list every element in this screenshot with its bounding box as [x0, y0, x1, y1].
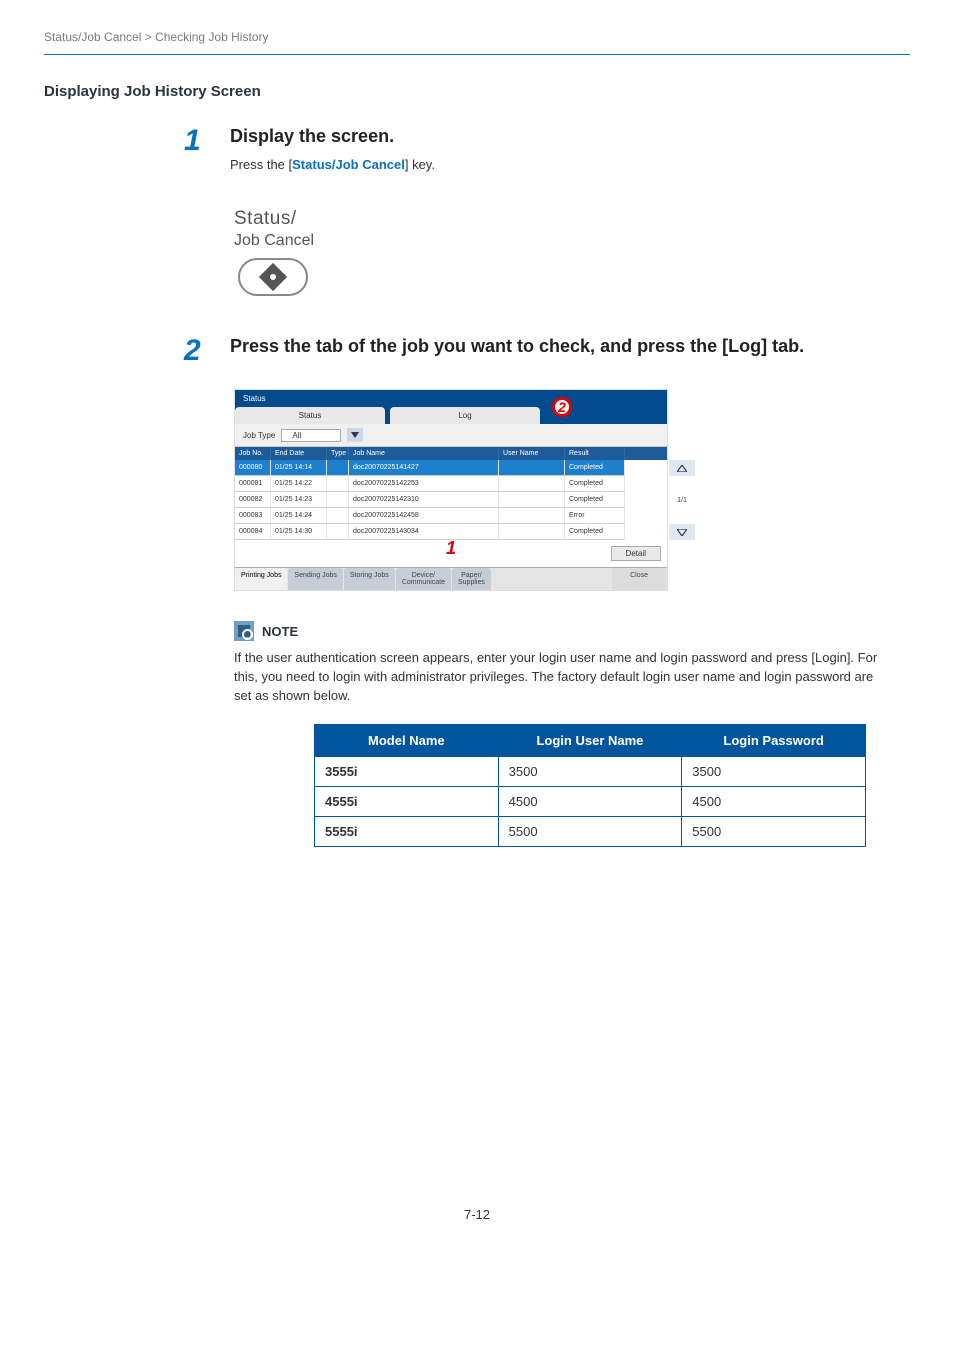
cell-jobname: doc20070225142253: [349, 476, 499, 492]
cell-jobno: 000080: [235, 460, 271, 476]
cell-username: [499, 476, 565, 492]
cell-jobno: 000083: [235, 508, 271, 524]
cell-jobname: doc20070225143034: [349, 524, 499, 540]
cell-user: 3500: [498, 756, 682, 786]
cell-enddate: 01/25 14:30: [271, 524, 327, 540]
col-model-name: Model Name: [315, 724, 499, 756]
page-indicator: 1/1: [669, 476, 695, 524]
device-titlebar: Status: [235, 390, 667, 407]
diamond-icon: [259, 263, 287, 291]
cell-result: Error: [565, 508, 625, 524]
chevron-down-icon[interactable]: [347, 428, 363, 442]
cell-enddate: 01/25 14:14: [271, 460, 327, 476]
tab-log[interactable]: Log 2: [390, 407, 540, 424]
step-number-1: 1: [184, 126, 212, 156]
step1-suffix: ] key.: [405, 157, 435, 172]
col-login-user: Login User Name: [498, 724, 682, 756]
tab-sending-jobs[interactable]: Sending Jobs: [288, 568, 342, 590]
cell-pass: 3500: [682, 756, 866, 786]
cell-pass: 4500: [682, 786, 866, 816]
section-title: Displaying Job History Screen: [44, 83, 910, 100]
tab-printing-jobs[interactable]: Printing Jobs: [235, 568, 287, 590]
cell-username: [499, 492, 565, 508]
col-login-pass: Login Password: [682, 724, 866, 756]
col-jobname[interactable]: Job Name: [349, 447, 499, 460]
cell-model: 3555i: [315, 756, 499, 786]
close-button[interactable]: Close: [612, 568, 666, 590]
table-row[interactable]: 000082 01/25 14:23 doc20070225142310 Com…: [235, 492, 667, 508]
detail-button[interactable]: Detail: [611, 546, 661, 561]
table-row[interactable]: 000081 01/25 14:22 doc20070225142253 Com…: [235, 476, 667, 492]
page-number: 7-12: [44, 1207, 910, 1222]
tab-log-label: Log: [458, 411, 471, 420]
cell-enddate: 01/25 14:24: [271, 508, 327, 524]
col-jobno[interactable]: Job No.: [235, 447, 271, 460]
step2-heading: Press the tab of the job you want to che…: [230, 336, 910, 357]
table-row: 4555i 4500 4500: [315, 786, 866, 816]
table-row: 5555i 5500 5500: [315, 816, 866, 846]
table-row[interactable]: 000084 01/25 14:30 doc20070225143034 Com…: [235, 524, 667, 540]
cell-username: [499, 508, 565, 524]
table-row[interactable]: 000080 01/25 14:14 doc20070225141427 Com…: [235, 460, 667, 476]
cell-type: [327, 492, 349, 508]
note-title: NOTE: [262, 624, 298, 639]
tab-device-communicate[interactable]: Device/ Communicate: [396, 568, 451, 590]
tab-paper-supplies[interactable]: Paper/ Supplies: [452, 568, 491, 590]
cell-user: 4500: [498, 786, 682, 816]
cell-enddate: 01/25 14:23: [271, 492, 327, 508]
cell-jobno: 000084: [235, 524, 271, 540]
cell-result: Completed: [565, 492, 625, 508]
log-table-header: Job No. End Date Type Job Name User Name…: [235, 447, 667, 460]
note-icon: [234, 621, 254, 641]
table-row: 3555i 3500 3500: [315, 756, 866, 786]
cell-model: 5555i: [315, 816, 499, 846]
jobtype-label: Job Type: [243, 431, 275, 440]
step-1: 1 Display the screen. Press the [Status/…: [184, 126, 910, 186]
cell-type: [327, 524, 349, 540]
table-row[interactable]: 000083 01/25 14:24 doc20070225142458 Err…: [235, 508, 667, 524]
device-screen: Status Status Log 2 Job Type All Job No.…: [234, 389, 668, 591]
cell-result: Completed: [565, 460, 625, 476]
cell-type: [327, 476, 349, 492]
tab-status[interactable]: Status: [235, 407, 385, 424]
cell-pass: 5500: [682, 816, 866, 846]
cell-type: [327, 460, 349, 476]
step1-prefix: Press the [: [230, 157, 292, 172]
cell-result: Completed: [565, 524, 625, 540]
cell-jobname: doc20070225142458: [349, 508, 499, 524]
cell-type: [327, 508, 349, 524]
step-number-2: 2: [184, 336, 212, 366]
credentials-table: Model Name Login User Name Login Passwor…: [314, 724, 866, 847]
cell-result: Completed: [565, 476, 625, 492]
status-job-cancel-key-name: Status/Job Cancel: [292, 157, 405, 172]
col-enddate[interactable]: End Date: [271, 447, 327, 460]
cell-username: [499, 460, 565, 476]
cell-username: [499, 524, 565, 540]
cell-enddate: 01/25 14:22: [271, 476, 327, 492]
note-text: If the user authentication screen appear…: [234, 649, 894, 706]
cell-jobname: doc20070225142310: [349, 492, 499, 508]
col-username[interactable]: User Name: [499, 447, 565, 460]
step-2: 2 Press the tab of the job you want to c…: [184, 336, 910, 367]
cell-model: 4555i: [315, 786, 499, 816]
cell-user: 5500: [498, 816, 682, 846]
tab-storing-jobs[interactable]: Storing Jobs: [344, 568, 395, 590]
jobtype-select[interactable]: All: [281, 429, 341, 442]
scroll-down-button[interactable]: [669, 524, 695, 540]
step1-text: Press the [Status/Job Cancel] key.: [230, 157, 910, 172]
cell-jobno: 000082: [235, 492, 271, 508]
scroll-up-button[interactable]: [669, 460, 695, 476]
cell-jobno: 000081: [235, 476, 271, 492]
key-illustration: Status/ Job Cancel: [234, 208, 374, 296]
cell-jobname: doc20070225141427: [349, 460, 499, 476]
key-label-line1: Status/: [234, 208, 374, 230]
key-label-line2: Job Cancel: [234, 232, 374, 250]
callout-1: 1: [446, 538, 456, 559]
status-job-cancel-button-graphic: [238, 258, 308, 296]
step1-heading: Display the screen.: [230, 126, 910, 147]
col-type[interactable]: Type: [327, 447, 349, 460]
col-result[interactable]: Result: [565, 447, 625, 460]
breadcrumb: Status/Job Cancel > Checking Job History: [44, 30, 910, 55]
